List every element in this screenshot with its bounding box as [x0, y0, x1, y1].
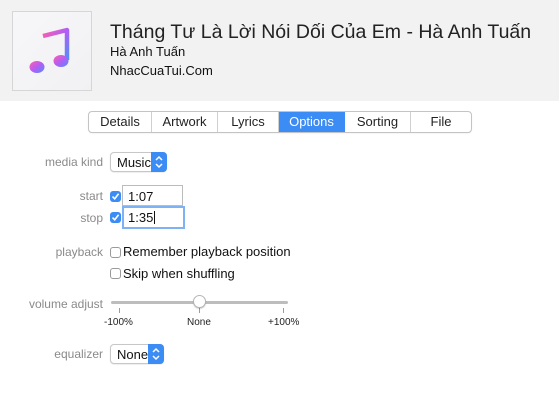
text-caret [154, 211, 155, 224]
skip-shuffling-checkbox[interactable] [110, 268, 121, 279]
media-kind-popup[interactable]: Music [110, 152, 167, 172]
album-artwork[interactable] [12, 11, 92, 91]
song-album: NhacCuaTui.Com [110, 63, 213, 78]
equalizer-value: None [117, 347, 149, 362]
tab-sorting[interactable]: Sorting [345, 112, 411, 132]
stop-time-value: 1:35 [128, 210, 154, 225]
media-kind-value: Music [117, 155, 151, 170]
start-time-field[interactable]: 1:07 [122, 185, 183, 206]
volume-min-label: -100% [104, 317, 133, 328]
volume-max-label: +100% [268, 317, 300, 328]
song-title: Tháng Tư Là Lời Nói Dối Của Em - Hà Anh … [110, 21, 532, 43]
info-tab-bar: Details Artwork Lyrics Options Sorting F… [88, 111, 472, 133]
playback-label: playback [55, 245, 103, 259]
remember-position-label[interactable]: Remember playback position [123, 244, 291, 259]
slider-tick [119, 308, 120, 313]
remember-position-checkbox[interactable] [110, 247, 121, 258]
start-checkbox[interactable] [110, 191, 121, 202]
stop-checkbox[interactable] [110, 212, 121, 223]
slider-tick [283, 308, 284, 313]
stop-time-field[interactable]: 1:35 [122, 206, 185, 229]
music-note-icon [29, 27, 70, 73]
song-artist: Hà Anh Tuấn [110, 44, 186, 59]
equalizer-popup[interactable]: None [110, 344, 164, 364]
start-label: start [79, 189, 103, 203]
track-header: Tháng Tư Là Lời Nói Dối Của Em - Hà Anh … [0, 0, 559, 101]
volume-slider-knob[interactable] [193, 295, 206, 308]
stop-label: stop [80, 211, 103, 225]
checkmark-icon [111, 214, 120, 222]
tab-options[interactable]: Options [279, 112, 345, 132]
tab-details[interactable]: Details [89, 112, 152, 132]
tab-lyrics[interactable]: Lyrics [218, 112, 279, 132]
start-time-value: 1:07 [128, 189, 154, 204]
volume-mid-label: None [187, 317, 211, 328]
volume-adjust-label: volume adjust [28, 297, 103, 311]
tab-artwork[interactable]: Artwork [152, 112, 218, 132]
equalizer-label: equalizer [54, 347, 103, 361]
slider-tick [199, 308, 200, 313]
media-kind-label: media kind [44, 155, 103, 169]
popup-stepper-icon [148, 344, 164, 364]
checkmark-icon [111, 193, 120, 201]
tab-file[interactable]: File [411, 112, 471, 132]
popup-stepper-icon [151, 152, 167, 172]
skip-shuffling-label[interactable]: Skip when shuffling [123, 266, 235, 281]
